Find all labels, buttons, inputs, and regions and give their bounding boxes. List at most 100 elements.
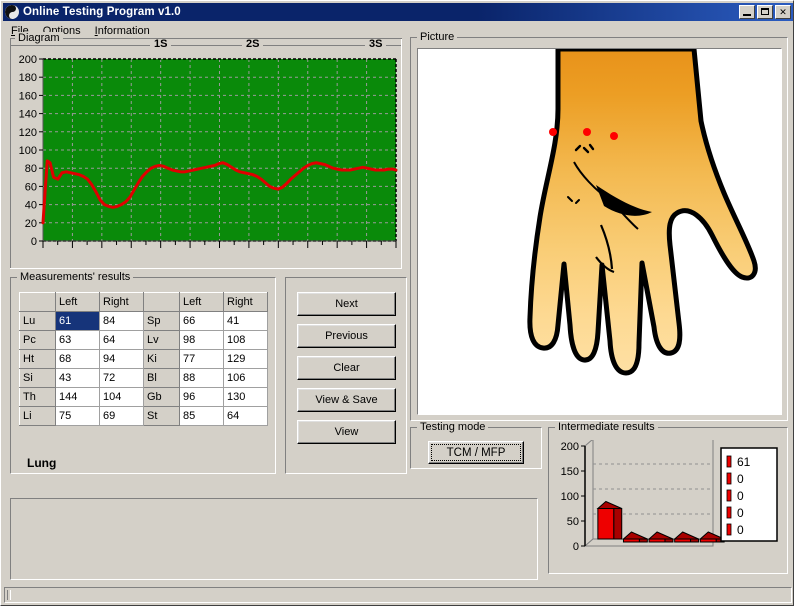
cell-gb-left[interactable]: 96 bbox=[179, 387, 224, 407]
minimize-button[interactable] bbox=[739, 5, 755, 19]
cell-li-left[interactable]: 75 bbox=[55, 406, 100, 426]
header-blank-left bbox=[19, 292, 56, 312]
view-save-button[interactable]: View & Save bbox=[297, 388, 396, 412]
testing-mode-group-label: Testing mode bbox=[417, 421, 489, 433]
table-row[interactable]: Pc 63 64 Lv 98 108 bbox=[19, 330, 268, 350]
picture-group: Picture bbox=[410, 31, 788, 421]
status-bar-grip bbox=[7, 590, 11, 600]
cell-pc-right[interactable]: 64 bbox=[99, 330, 144, 350]
svg-text:150: 150 bbox=[561, 466, 579, 478]
cell-bl-right[interactable]: 106 bbox=[223, 368, 268, 388]
picture-canvas bbox=[417, 48, 782, 415]
cell-st-right[interactable]: 64 bbox=[223, 406, 268, 426]
view-button[interactable]: View bbox=[297, 420, 396, 444]
header-blank-right bbox=[143, 292, 180, 312]
row-label-li: Li bbox=[19, 406, 56, 426]
measurements-table[interactable]: Left Right Left Right Lu 61 84 Sp 66 41 … bbox=[19, 292, 268, 426]
table-header-row: Left Right Left Right bbox=[19, 292, 268, 312]
cell-ki-right[interactable]: 129 bbox=[223, 349, 268, 369]
status-bar bbox=[4, 587, 792, 603]
tcm-mfp-button-label: TCM / MFP bbox=[431, 444, 521, 461]
svg-text:50: 50 bbox=[567, 516, 579, 528]
cell-lu-right[interactable]: 84 bbox=[99, 311, 144, 331]
cell-ki-left[interactable]: 77 bbox=[179, 349, 224, 369]
actions-group: Next Previous Clear View & Save View bbox=[285, 277, 407, 474]
svg-text:140: 140 bbox=[19, 109, 37, 121]
acupoint-1[interactable] bbox=[549, 128, 557, 136]
svg-text:60: 60 bbox=[25, 181, 37, 193]
svg-text:0: 0 bbox=[737, 489, 744, 503]
cell-st-left[interactable]: 85 bbox=[179, 406, 224, 426]
acupoint-2[interactable] bbox=[583, 128, 591, 136]
diagram-group-label: Diagram bbox=[15, 32, 63, 44]
cell-th-left[interactable]: 144 bbox=[55, 387, 100, 407]
table-row[interactable]: Th 144 104 Gb 96 130 bbox=[19, 387, 268, 407]
diagram-chart: 0 20 40 60 80 100 120 140 160 180 200 bbox=[10, 45, 402, 269]
clear-button[interactable]: Clear bbox=[297, 356, 396, 380]
cell-lu-left[interactable]: 61 bbox=[55, 311, 100, 331]
svg-text:200: 200 bbox=[561, 441, 579, 453]
window-title: Online Testing Program v1.0 bbox=[23, 6, 181, 18]
row-label-ki: Ki bbox=[143, 349, 180, 369]
tcm-mfp-button[interactable]: TCM / MFP bbox=[428, 441, 524, 464]
cell-th-right[interactable]: 104 bbox=[99, 387, 144, 407]
app-window: Online Testing Program v1.0 ✕ File Optio… bbox=[0, 0, 794, 606]
cell-pc-left[interactable]: 63 bbox=[55, 330, 100, 350]
cell-bl-left[interactable]: 88 bbox=[179, 368, 224, 388]
row-label-st: St bbox=[143, 406, 180, 426]
cell-gb-right[interactable]: 130 bbox=[223, 387, 268, 407]
svg-text:100: 100 bbox=[19, 145, 37, 157]
svg-text:200: 200 bbox=[19, 54, 37, 66]
yinyang-icon bbox=[5, 5, 19, 19]
svg-text:100: 100 bbox=[561, 491, 579, 503]
row-label-ht: Ht bbox=[19, 349, 56, 369]
acupoint-3[interactable] bbox=[610, 132, 618, 140]
cell-si-right[interactable]: 72 bbox=[99, 368, 144, 388]
svg-text:0: 0 bbox=[737, 472, 744, 486]
cell-li-right[interactable]: 69 bbox=[99, 406, 144, 426]
maximize-button[interactable] bbox=[757, 5, 773, 19]
row-label-lu: Lu bbox=[19, 311, 56, 331]
close-icon: ✕ bbox=[779, 7, 787, 17]
table-row[interactable]: Si 43 72 Bl 88 106 bbox=[19, 368, 268, 388]
measurements-group-label: Measurements' results bbox=[17, 271, 134, 283]
title-bar: Online Testing Program v1.0 ✕ bbox=[3, 3, 793, 21]
table-row[interactable]: Li 75 69 St 85 64 bbox=[19, 406, 268, 426]
cell-lv-right[interactable]: 108 bbox=[223, 330, 268, 350]
svg-text:61: 61 bbox=[737, 455, 751, 469]
table-row[interactable]: Lu 61 84 Sp 66 41 bbox=[19, 311, 268, 331]
svg-text:160: 160 bbox=[19, 90, 37, 102]
measurements-group: Measurements' results Left Right Left Ri… bbox=[10, 271, 276, 474]
row-label-bl: Bl bbox=[143, 368, 180, 388]
next-button[interactable]: Next bbox=[297, 292, 396, 316]
line-chart-svg: 0 20 40 60 80 100 120 140 160 180 200 bbox=[19, 54, 398, 248]
svg-text:0: 0 bbox=[737, 506, 744, 520]
menu-item-information[interactable]: Information bbox=[88, 24, 157, 38]
cell-sp-right[interactable]: 41 bbox=[223, 311, 268, 331]
notes-panel[interactable] bbox=[10, 498, 538, 580]
testing-mode-group: Testing mode TCM / MFP bbox=[410, 421, 542, 469]
svg-text:0: 0 bbox=[737, 523, 744, 537]
svg-text:0: 0 bbox=[573, 541, 579, 553]
cell-si-left[interactable]: 43 bbox=[55, 368, 100, 388]
row-label-sp: Sp bbox=[143, 311, 180, 331]
header-right-1: Right bbox=[99, 292, 144, 312]
intermediate-results-group-label: Intermediate results bbox=[555, 421, 658, 433]
table-row[interactable]: Ht 68 94 Ki 77 129 bbox=[19, 349, 268, 369]
header-right-2: Right bbox=[223, 292, 268, 312]
close-button[interactable]: ✕ bbox=[775, 5, 791, 19]
svg-text:180: 180 bbox=[19, 72, 37, 84]
cell-ht-left[interactable]: 68 bbox=[55, 349, 100, 369]
intermediate-bar-chart: 0 50 100 150 200 61 0 0 0 0 bbox=[553, 440, 785, 568]
row-label-th: Th bbox=[19, 387, 56, 407]
svg-text:40: 40 bbox=[25, 200, 37, 212]
cell-sp-left[interactable]: 66 bbox=[179, 311, 224, 331]
previous-button[interactable]: Previous bbox=[297, 324, 396, 348]
intermediate-results-group: Intermediate results 0 50 100 150 200 61 0 0 0 0 bbox=[548, 421, 788, 574]
hand-illustration bbox=[527, 49, 758, 376]
row-label-lv: Lv bbox=[143, 330, 180, 350]
header-left-2: Left bbox=[179, 292, 224, 312]
organ-name-label: Lung bbox=[27, 456, 57, 470]
cell-lv-left[interactable]: 98 bbox=[179, 330, 224, 350]
cell-ht-right[interactable]: 94 bbox=[99, 349, 144, 369]
